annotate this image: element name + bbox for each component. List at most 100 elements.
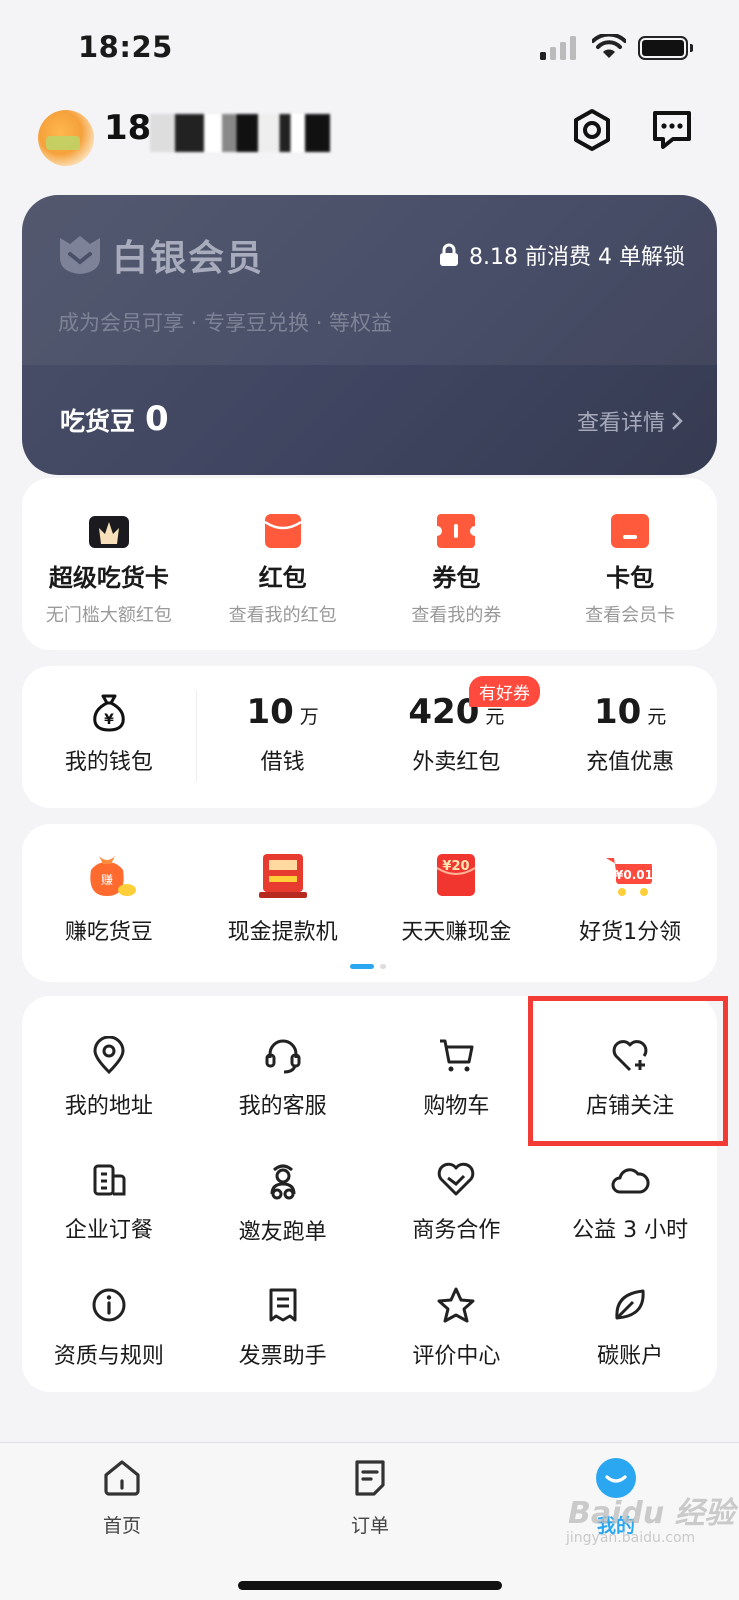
star-icon: [437, 1287, 475, 1323]
service-label: 碳账户: [597, 1344, 664, 1369]
member-title: 白银会员: [112, 238, 265, 279]
username-mosaic: [150, 114, 330, 152]
page-indicator: [350, 964, 386, 969]
card-icon: [611, 514, 650, 548]
one-cent-goods-item[interactable]: ¥0.01 好货1分领: [543, 850, 717, 946]
earn-beans-item[interactable]: 赚 赚吃货豆: [22, 850, 196, 946]
activity-label: 好货1分领: [579, 920, 682, 945]
crown-card-icon: [88, 516, 129, 548]
recharge-discount-item[interactable]: 10 元 充值优惠: [543, 692, 717, 776]
beans-balance: 吃货豆 0: [60, 399, 169, 439]
svg-text:¥: ¥: [104, 712, 114, 728]
baidu-watermark-url: jingyan.baidu.com: [566, 1530, 696, 1546]
tab-home[interactable]: 首页: [62, 1457, 182, 1538]
coupon-icon: [437, 514, 476, 548]
service-label: 公益 3 小时: [572, 1218, 689, 1243]
red-packet-unit: 元: [485, 706, 505, 728]
service-label: 购物车: [423, 1094, 490, 1119]
tab-label: 首页: [102, 1515, 141, 1537]
settings-icon[interactable]: [568, 106, 616, 154]
wallet-item-sub: 查看我的券: [411, 605, 502, 626]
order-icon: [355, 1460, 385, 1496]
chevron-right-icon: [672, 412, 683, 430]
info-icon: [92, 1288, 126, 1322]
service-label: 我的地址: [64, 1094, 153, 1119]
member-subtitle: 成为会员可享 · 专享豆兑换 · 等权益: [58, 311, 393, 335]
daily-cash-item[interactable]: ¥20 天天赚现金: [370, 850, 544, 946]
avatar[interactable]: [38, 110, 94, 166]
home-indicator: [238, 1581, 502, 1590]
service-customer-support[interactable]: 我的客服: [196, 1036, 370, 1120]
loan-unit: 万: [299, 706, 319, 728]
service-qualifications[interactable]: 资质与规则: [22, 1286, 196, 1370]
lock-icon: [440, 243, 459, 266]
wallet-card: 超级吃货卡 无门槛大额红包 红包 查看我的红包 券包 查看我的券 卡包 查看会员…: [22, 478, 717, 650]
service-enterprise-meals[interactable]: 企业订餐: [22, 1160, 196, 1246]
money-bag-icon: ¥: [93, 694, 125, 732]
service-reviews[interactable]: 评价中心: [370, 1286, 544, 1370]
service-business-cooperation[interactable]: 商务合作: [370, 1160, 544, 1246]
my-wallet-item[interactable]: ¥ 我的钱包: [22, 692, 196, 776]
wallet-item-title: 券包: [432, 564, 481, 592]
wallet-item-sub: 查看我的红包: [228, 605, 337, 626]
service-carbon-account[interactable]: 碳账户: [543, 1286, 717, 1370]
finance-divider: [196, 690, 197, 782]
home-icon: [104, 1460, 140, 1496]
member-badge-icon: [60, 236, 100, 274]
red-packet-icon: [264, 514, 301, 548]
unlock-text: 8.18 前消费 4 单解锁: [469, 245, 685, 270]
card-pack-item[interactable]: 卡包 查看会员卡: [543, 514, 717, 627]
service-charity[interactable]: 公益 3 小时: [543, 1160, 717, 1246]
message-icon[interactable]: [648, 106, 696, 154]
leaf-icon: [615, 1289, 645, 1320]
service-invite-rider[interactable]: 邀友跑单: [196, 1160, 370, 1246]
service-label: 我的客服: [238, 1094, 327, 1119]
member-card[interactable]: 白银会员 8.18 前消费 4 单解锁 成为会员可享 · 专享豆兑换 · 等权益…: [22, 195, 717, 475]
service-label: 发票助手: [238, 1344, 327, 1369]
my-wallet-label: 我的钱包: [64, 750, 153, 775]
tab-label: 订单: [350, 1515, 389, 1537]
finance-card: 有好券 ¥ 我的钱包 10 万 借钱 420 元 外卖红包 10 元 充值优惠: [22, 666, 717, 808]
tab-orders[interactable]: 订单: [310, 1457, 430, 1538]
location-icon: [93, 1036, 125, 1074]
baidu-watermark: Baidu 经验: [568, 1496, 735, 1531]
member-logo: 白银会员: [56, 229, 264, 281]
highlight-box: [528, 996, 728, 1146]
svg-text:¥20: ¥20: [443, 859, 470, 874]
red-packet-item[interactable]: 红包 查看我的红包: [196, 514, 370, 627]
coupon-pack-item[interactable]: 券包 查看我的券: [370, 514, 544, 627]
loan-item[interactable]: 10 万 借钱: [196, 692, 370, 776]
loan-label: 借钱: [260, 750, 305, 775]
service-label: 邀友跑单: [238, 1220, 327, 1245]
building-icon: [93, 1164, 126, 1196]
service-cart[interactable]: 购物车: [370, 1036, 544, 1120]
battery-icon: [638, 36, 693, 60]
recharge-value: 10: [593, 692, 642, 732]
cash-atm-item[interactable]: 现金提款机: [196, 850, 370, 946]
view-details-label: 查看详情: [576, 411, 665, 436]
service-address[interactable]: 我的地址: [22, 1036, 196, 1120]
money-bag-icon: 赚: [90, 856, 136, 896]
wallet-item-sub: 查看会员卡: [585, 605, 676, 626]
service-label: 商务合作: [412, 1218, 501, 1243]
wallet-item-title: 卡包: [606, 564, 655, 592]
activities-card: 赚 赚吃货豆 现金提款机 ¥20 天天赚现金 ¥0.01 好货1分领: [22, 824, 717, 982]
service-label: 企业订餐: [64, 1218, 153, 1243]
unlock-hint: 8.18 前消费 4 单解锁: [439, 239, 685, 271]
rider-icon: [270, 1164, 296, 1200]
activity-label: 天天赚现金: [401, 920, 512, 945]
activity-label: 现金提款机: [227, 920, 338, 945]
recharge-unit: 元: [647, 706, 667, 728]
service-invoice[interactable]: 发票助手: [196, 1286, 370, 1370]
activity-label: 赚吃货豆: [64, 920, 153, 945]
page-dot-active: [350, 964, 374, 969]
wallet-item-title: 超级吃货卡: [48, 564, 169, 592]
super-foodie-card-item[interactable]: 超级吃货卡 无门槛大额红包: [22, 514, 196, 627]
view-details-link[interactable]: 查看详情: [577, 405, 683, 437]
profile-header: 18: [0, 100, 739, 188]
recharge-label: 充值优惠: [586, 750, 675, 775]
beans-label: 吃货豆: [60, 407, 136, 436]
cloud-heart-icon: [611, 1168, 650, 1194]
status-time: 18:25: [78, 30, 173, 64]
username[interactable]: 18: [104, 108, 151, 148]
